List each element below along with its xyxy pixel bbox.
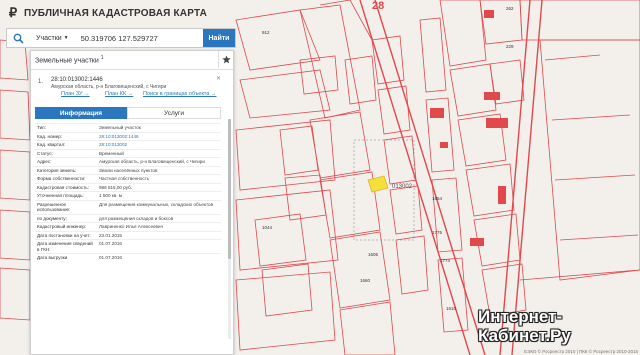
map-label-1654: 1654 — [432, 196, 443, 201]
plan-kk-link[interactable]: План КК → — [105, 91, 133, 97]
info-key: Кад. квартал: — [35, 140, 97, 149]
info-key: Кадастровый инженер: — [35, 222, 97, 231]
result-cad-number: 28:10:013002:1446 — [51, 77, 103, 83]
info-key: Дата постановки на учет: — [35, 230, 97, 240]
search-input[interactable] — [78, 32, 193, 44]
results-panel: Земельные участки 1 1. 28:10:013002:1446… — [30, 50, 234, 355]
info-row: Кадастровый инженер: Лавриненко Илья Алек… — [35, 222, 221, 231]
info-key: Кадастровая стоимость: — [35, 182, 97, 192]
panel-title: Земельные участки 1 — [35, 55, 104, 65]
result-address: Амурская область, р-н Благовещенский, с … — [51, 84, 167, 90]
info-key: Разрешенное использование: — [35, 199, 97, 214]
info-row: Разрешенное использование: Для размещения… — [35, 199, 221, 214]
watermark-line-1: Интернет- — [478, 307, 563, 326]
chevron-down-icon: ▼ — [63, 35, 69, 41]
search-bar: Участки ▼ Найти — [6, 28, 236, 48]
rosreestr-logo-icon: ₽ — [8, 5, 18, 20]
search-in-bounds-link[interactable]: Поиск в границах объекта → — [143, 91, 216, 97]
info-row: по документу: для размещения складов и бо… — [35, 213, 221, 223]
map-label-1660: 1660 — [360, 278, 371, 283]
info-row: Кадастровая стоимость: 988 815,00 руб. — [35, 182, 221, 192]
info-row: Кад. номер: 28:10:013002:1446 — [35, 131, 221, 141]
info-row: Дата постановки на учет: 23.01.2015 — [35, 230, 221, 240]
plan-zu-link[interactable]: План ЗУ → — [61, 91, 90, 97]
info-value: 1 500 кв. м — [97, 191, 221, 200]
info-value: 01.07.2016 — [97, 239, 221, 254]
info-value: 01.07.2016 — [97, 253, 221, 262]
info-key: Дата выгрузки — [35, 253, 97, 262]
map-label-262: 262 — [506, 6, 514, 11]
info-key: Адрес: — [35, 157, 97, 166]
info-value: Для размещения коммунальных, складских о… — [97, 199, 221, 214]
info-value: Земельный участок — [97, 123, 221, 132]
scrollbar-thumb[interactable] — [228, 119, 231, 259]
map-label-1605: 1605 — [368, 252, 379, 257]
result-number: 1. — [38, 79, 44, 85]
map-label-1775: 1775 — [432, 230, 443, 235]
info-value: для размещения складов и боксов — [97, 213, 221, 223]
search-icon[interactable] — [10, 30, 26, 46]
map-label-top: 28 — [372, 0, 385, 12]
map-label-1610: 1610 — [446, 306, 457, 311]
panel-header: Земельные участки 1 — [31, 51, 233, 70]
info-row: Тип: Земельный участок — [35, 123, 221, 132]
info-value: 23.01.2015 — [97, 230, 221, 240]
result-item[interactable]: 1. 28:10:013002:1446 Амурская область, р… — [35, 73, 221, 109]
info-row: Адрес: Амурская область, р-н Благовещенск… — [35, 157, 221, 166]
search-type-label: Участки — [36, 34, 62, 42]
info-value: Лавриненко Илья Алексеевич — [97, 222, 221, 231]
panel-scrollbar[interactable] — [228, 119, 231, 339]
copyright-footer: ЕЭКО © Росреестр 2010 | ПКК © Росреестр … — [524, 349, 638, 354]
map-label-229: 229 — [506, 44, 514, 49]
info-key: Уточненная площадь: — [35, 191, 97, 200]
info-key: Тип: — [35, 123, 97, 132]
info-key: Кад. номер: — [35, 131, 97, 141]
info-row: Статус: Временный — [35, 148, 221, 158]
map-label-1044: 1044 — [262, 225, 273, 230]
find-button[interactable]: Найти — [203, 29, 235, 47]
info-key: Форма собственности: — [35, 174, 97, 183]
info-value: Частная собственность — [97, 174, 221, 183]
info-row: Уточненная площадь: 1 500 кв. м — [35, 191, 221, 200]
result-count: 1 — [100, 55, 104, 62]
panel-tabs: Информация Услуги — [35, 107, 221, 119]
app-header: ₽ ПУБЛИЧНАЯ КАДАСТРОВАЯ КАРТА — [0, 0, 240, 26]
close-icon[interactable]: ✕ — [216, 75, 221, 82]
watermark-line-2: Кабинет.Ру — [478, 326, 571, 345]
info-row: Форма собственности: Частная собственност… — [35, 174, 221, 183]
info-value: 988 815,00 руб. — [97, 182, 221, 192]
watermark: Интернет- Кабинет.Ру — [478, 307, 638, 353]
info-row: Дата выгрузки 01.07.2016 — [35, 253, 221, 262]
tab-info[interactable]: Информация — [35, 107, 127, 119]
info-value[interactable]: 28:10:013002 — [97, 140, 221, 149]
tab-services[interactable]: Услуги — [127, 107, 221, 119]
app-title: ПУБЛИЧНАЯ КАДАСТРОВАЯ КАРТА — [24, 7, 208, 19]
info-row: Кад. квартал: 28:10:013002 — [35, 140, 221, 149]
info-row: Категория земель: Земли населённых пункто… — [35, 165, 221, 175]
map-label-quarter: 013002 — [392, 184, 413, 190]
map-label-912: 912 — [262, 30, 270, 35]
info-key: по документу: — [35, 213, 97, 223]
search-type-select[interactable]: Участки ▼ — [36, 35, 69, 42]
info-key: Статус: — [35, 148, 97, 158]
map-label-1774: 1774 — [440, 258, 451, 263]
info-value: Земли населённых пунктов — [97, 165, 221, 175]
info-row: Дата изменения сведений в ГКН: 01.07.2016 — [35, 239, 221, 254]
info-value: Временный — [97, 148, 221, 158]
info-table: Тип: Земельный участок Кад. номер: 28:10:01… — [35, 123, 221, 262]
info-key: Категория земель: — [35, 165, 97, 175]
info-value[interactable]: 28:10:013002:1446 — [97, 131, 221, 141]
info-key: Дата изменения сведений в ГКН: — [35, 239, 97, 254]
favorite-star-icon[interactable] — [218, 51, 233, 68]
info-value: Амурская область, р-н Благовещенский, с … — [97, 157, 221, 166]
